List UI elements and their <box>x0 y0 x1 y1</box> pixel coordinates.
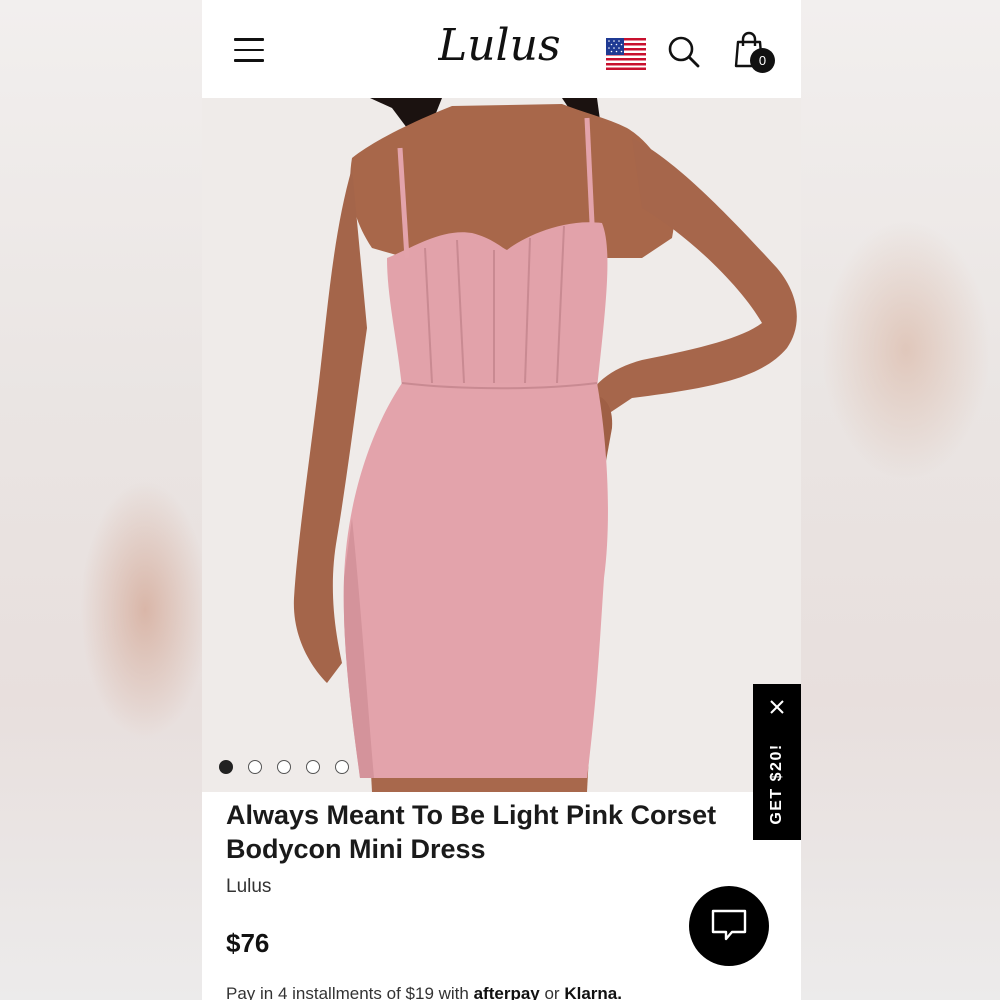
afterpay-logo[interactable]: afterpay <box>474 984 540 1000</box>
gallery-dots <box>219 760 349 774</box>
us-flag-icon[interactable] <box>606 38 646 70</box>
installments-info[interactable]: Pay in 4 installments of $19 with afterp… <box>226 984 786 1000</box>
installments-text: Pay in 4 installments of $19 with <box>226 984 469 1000</box>
right-blurred-background <box>801 0 1000 1000</box>
chat-button[interactable] <box>689 886 769 966</box>
promo-label[interactable]: GET $20! <box>768 743 786 824</box>
gallery-dot-4[interactable] <box>306 760 320 774</box>
menu-icon[interactable] <box>234 38 264 62</box>
product-brand[interactable]: Lulus <box>226 876 271 898</box>
chat-icon <box>711 909 747 941</box>
cart-count-badge: 0 <box>750 48 775 73</box>
product-price: $76 <box>226 928 270 958</box>
left-blurred-background <box>0 0 210 1000</box>
product-title: Always Meant To Be Light Pink Corset Bod… <box>226 800 717 864</box>
gallery-dot-2[interactable] <box>248 760 262 774</box>
klarna-logo[interactable]: Klarna. <box>564 984 622 1000</box>
site-header: Lulus 0 <box>202 0 801 98</box>
or-text: or <box>544 984 560 1000</box>
product-photo <box>202 98 801 792</box>
gallery-dot-1[interactable] <box>219 760 233 774</box>
gallery-dot-5[interactable] <box>335 760 349 774</box>
svg-text:Lulus: Lulus <box>438 20 561 71</box>
lulus-logo[interactable]: Lulus <box>438 18 562 74</box>
gallery-dot-3[interactable] <box>277 760 291 774</box>
close-icon[interactable] <box>768 698 786 716</box>
mobile-page: Lulus 0 GET $20! Always Meant To Be Ligh… <box>202 0 801 1000</box>
product-image[interactable] <box>202 98 801 792</box>
search-icon[interactable] <box>667 35 701 69</box>
